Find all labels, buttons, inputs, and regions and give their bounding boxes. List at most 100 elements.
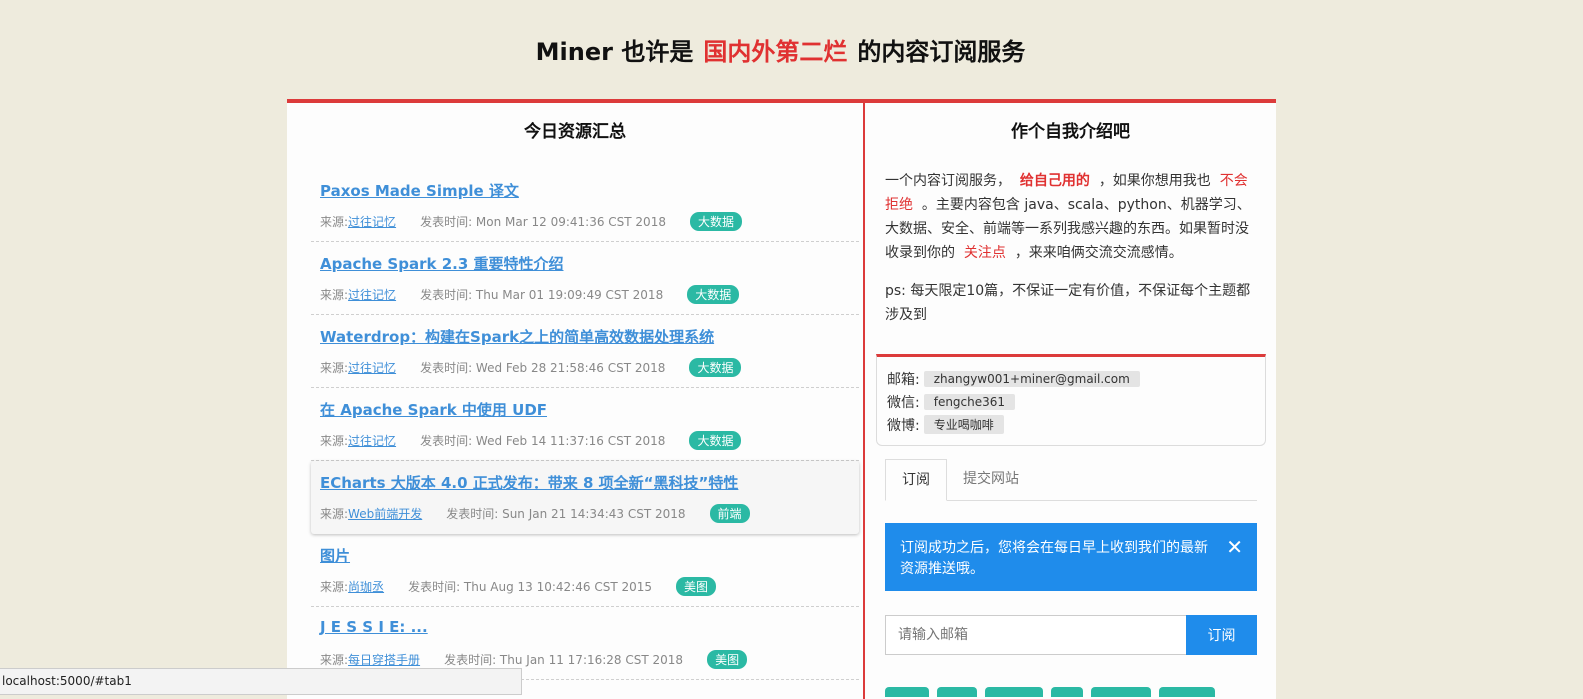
contact-email: 邮箱: zhangyw001+miner@gmail.com bbox=[887, 367, 1255, 390]
article-title-link[interactable]: Waterdrop：构建在Spark之上的简单高效数据处理系统 bbox=[320, 326, 714, 347]
category-tag[interactable]: 大数据 bbox=[689, 358, 742, 377]
source-link[interactable]: 过往记忆 bbox=[348, 213, 396, 230]
source-label: 来源: bbox=[320, 215, 349, 229]
article-item: Paxos Made Simple 译文 来源: 过往记忆 发表时间: Mon … bbox=[311, 169, 859, 242]
contact-value: 专业喝咖啡 bbox=[923, 415, 1004, 434]
tag-pill[interactable] bbox=[1051, 687, 1083, 697]
tag-pill[interactable] bbox=[985, 687, 1043, 697]
email-input[interactable] bbox=[885, 615, 1186, 655]
article-title-link[interactable]: 图片 bbox=[320, 545, 350, 566]
alert-text: 订阅成功之后，您将会在每日早上收到我们的最新资源推送哦。 bbox=[900, 540, 1208, 577]
article-title-link[interactable]: 在 Apache Spark 中使用 UDF bbox=[320, 399, 547, 420]
publish-time: 发表时间: Thu Mar 01 19:09:49 CST 2018 bbox=[420, 286, 663, 303]
category-tag[interactable]: 美图 bbox=[676, 577, 717, 596]
article-meta: 来源: 每日穿搭手册 发表时间: Thu Jan 11 17:16:28 CST… bbox=[320, 650, 748, 669]
contact-box: 邮箱: zhangyw001+miner@gmail.com 微信: fengc… bbox=[876, 354, 1266, 446]
intro-text-segment: ，来来咱俩交流交流感情。 bbox=[1014, 245, 1183, 261]
source-link[interactable]: 每日穿搭手册 bbox=[348, 651, 420, 668]
article-title-link[interactable]: J E S S I E: ... bbox=[320, 618, 428, 636]
article-item: Apache Spark 2.3 重要特性介绍 来源: 过往记忆 发表时间: T… bbox=[311, 242, 859, 315]
tag-pill[interactable] bbox=[885, 687, 929, 697]
source-label: 来源: bbox=[320, 434, 349, 448]
category-tag[interactable]: 美图 bbox=[707, 650, 748, 669]
time-value: Wed Feb 28 21:58:46 CST 2018 bbox=[475, 361, 666, 375]
category-tag[interactable]: 大数据 bbox=[687, 285, 740, 304]
time-value: Thu Jan 11 17:16:28 CST 2018 bbox=[499, 653, 684, 667]
time-label: 发表时间: bbox=[420, 215, 476, 229]
tag-pill[interactable] bbox=[937, 687, 977, 697]
article-item: 图片 来源: 尚珈丞 发表时间: Thu Aug 13 10:42:46 CST… bbox=[311, 534, 859, 607]
subscribe-button[interactable]: 订阅 bbox=[1186, 615, 1257, 655]
source-label: 来源: bbox=[320, 580, 349, 594]
contact-weibo: 微博: 专业喝咖啡 bbox=[887, 413, 1255, 436]
page-title-suffix: 的内容订阅服务 bbox=[857, 38, 1026, 66]
source-link[interactable]: Web前端开发 bbox=[348, 505, 422, 522]
publish-time: 发表时间: Sun Jan 21 14:34:43 CST 2018 bbox=[446, 505, 685, 522]
article-item: Waterdrop：构建在Spark之上的简单高效数据处理系统 来源: 过往记忆… bbox=[311, 315, 859, 388]
source-label: 来源: bbox=[320, 507, 349, 521]
source-link[interactable]: 过往记忆 bbox=[348, 432, 396, 449]
resource-summary-heading: 今日资源汇总 bbox=[524, 122, 626, 142]
publish-time: 发表时间: Thu Aug 13 10:42:46 CST 2015 bbox=[408, 578, 652, 595]
time-value: Sun Jan 21 14:34:43 CST 2018 bbox=[502, 507, 686, 521]
article-title-link[interactable]: Apache Spark 2.3 重要特性介绍 bbox=[320, 253, 564, 274]
tab-submit-site[interactable]: 提交网站 bbox=[947, 459, 1035, 500]
time-value: Mon Mar 12 09:41:36 CST 2018 bbox=[475, 215, 666, 229]
time-label: 发表时间: bbox=[420, 288, 476, 302]
article-meta: 来源: 过往记忆 发表时间: Thu Mar 01 19:09:49 CST 2… bbox=[320, 285, 740, 304]
self-intro-panel: 作个自我介绍吧 一个内容订阅服务， 给自己用的 ，如果你想用我也 不会拒绝 。主… bbox=[863, 99, 1276, 699]
article-list: Paxos Made Simple 译文 来源: 过往记忆 发表时间: Mon … bbox=[311, 169, 859, 680]
contact-value: zhangyw001+miner@gmail.com bbox=[923, 370, 1140, 387]
time-label: 发表时间: bbox=[446, 507, 503, 521]
close-icon[interactable]: ✕ bbox=[1226, 537, 1243, 557]
contact-value: fengche361 bbox=[923, 393, 1016, 410]
time-value: Wed Feb 14 11:37:16 CST 2018 bbox=[475, 434, 666, 448]
article-meta: 来源: Web前端开发 发表时间: Sun Jan 21 14:34:43 CS… bbox=[320, 504, 750, 523]
contact-wechat: 微信: fengche361 bbox=[887, 390, 1255, 413]
tag-cloud-partial bbox=[885, 687, 1223, 697]
time-label: 发表时间: bbox=[444, 653, 500, 667]
time-value: Thu Mar 01 19:09:49 CST 2018 bbox=[475, 288, 664, 302]
source-link[interactable]: 过往记忆 bbox=[348, 286, 396, 303]
tag-pill[interactable] bbox=[1159, 687, 1215, 697]
article-title-link[interactable]: ECharts 大版本 4.0 正式发布：带来 8 项全新“黑科技”特性 bbox=[320, 472, 738, 493]
time-label: 发表时间: bbox=[408, 580, 464, 594]
article-item: 在 Apache Spark 中使用 UDF 来源: 过往记忆 发表时间: We… bbox=[311, 388, 859, 461]
intro-ps: ps: 每天限定10篇，不保证一定有价值，不保证每个主题都涉及到 bbox=[885, 283, 1251, 323]
page-title-prefix: Miner 也许是 bbox=[535, 38, 694, 66]
intro-paragraph: 一个内容订阅服务， 给自己用的 ，如果你想用我也 不会拒绝 。主要内容包含 ja… bbox=[885, 169, 1257, 265]
category-tag[interactable]: 前端 bbox=[709, 504, 750, 523]
subscribe-form: 订阅 bbox=[885, 615, 1257, 655]
intro-text-segment: ，如果你想用我也 bbox=[1098, 173, 1211, 189]
article-item: ECharts 大版本 4.0 正式发布：带来 8 项全新“黑科技”特性 来源:… bbox=[311, 461, 859, 534]
resource-summary-panel: 今日资源汇总 Paxos Made Simple 译文 来源: 过往记忆 发表时… bbox=[287, 99, 863, 699]
category-tag[interactable]: 大数据 bbox=[689, 431, 742, 450]
publish-time: 发表时间: Mon Mar 12 09:41:36 CST 2018 bbox=[420, 213, 666, 230]
tab-subscribe[interactable]: 订阅 bbox=[885, 459, 947, 501]
subscribe-tabs: 订阅 提交网站 bbox=[885, 459, 1257, 501]
page-title-accent: 国内外第二烂 bbox=[703, 38, 848, 66]
time-label: 发表时间: bbox=[420, 434, 476, 448]
publish-time: 发表时间: Wed Feb 28 21:58:46 CST 2018 bbox=[420, 359, 665, 376]
publish-time: 发表时间: Thu Jan 11 17:16:28 CST 2018 bbox=[444, 651, 683, 668]
intro-highlight: 给自己用的 bbox=[1019, 173, 1090, 189]
article-meta: 来源: 过往记忆 发表时间: Wed Feb 28 21:58:46 CST 2… bbox=[320, 358, 742, 377]
source-link[interactable]: 过往记忆 bbox=[348, 359, 396, 376]
category-tag[interactable]: 大数据 bbox=[689, 212, 742, 231]
intro-text: 一个内容订阅服务， 给自己用的 ，如果你想用我也 不会拒绝 。主要内容包含 ja… bbox=[885, 169, 1257, 341]
contact-label: 微信: bbox=[887, 394, 920, 411]
browser-status-bar: localhost:5000/#tab1 bbox=[0, 668, 522, 695]
intro-highlight: 关注点 bbox=[963, 245, 1006, 261]
intro-text-segment: 一个内容订阅服务， bbox=[885, 173, 1011, 189]
source-link[interactable]: 尚珈丞 bbox=[348, 578, 384, 595]
article-title-link[interactable]: Paxos Made Simple 译文 bbox=[320, 180, 519, 201]
source-label: 来源: bbox=[320, 653, 349, 667]
article-meta: 来源: 过往记忆 发表时间: Mon Mar 12 09:41:36 CST 2… bbox=[320, 212, 742, 231]
tag-pill[interactable] bbox=[1091, 687, 1151, 697]
article-meta: 来源: 尚珈丞 发表时间: Thu Aug 13 10:42:46 CST 20… bbox=[320, 577, 717, 596]
source-label: 来源: bbox=[320, 288, 349, 302]
time-value: Thu Aug 13 10:42:46 CST 2015 bbox=[463, 580, 652, 594]
self-intro-heading: 作个自我介绍吧 bbox=[1011, 122, 1130, 142]
contact-label: 邮箱: bbox=[887, 371, 920, 388]
time-label: 发表时间: bbox=[420, 361, 476, 375]
